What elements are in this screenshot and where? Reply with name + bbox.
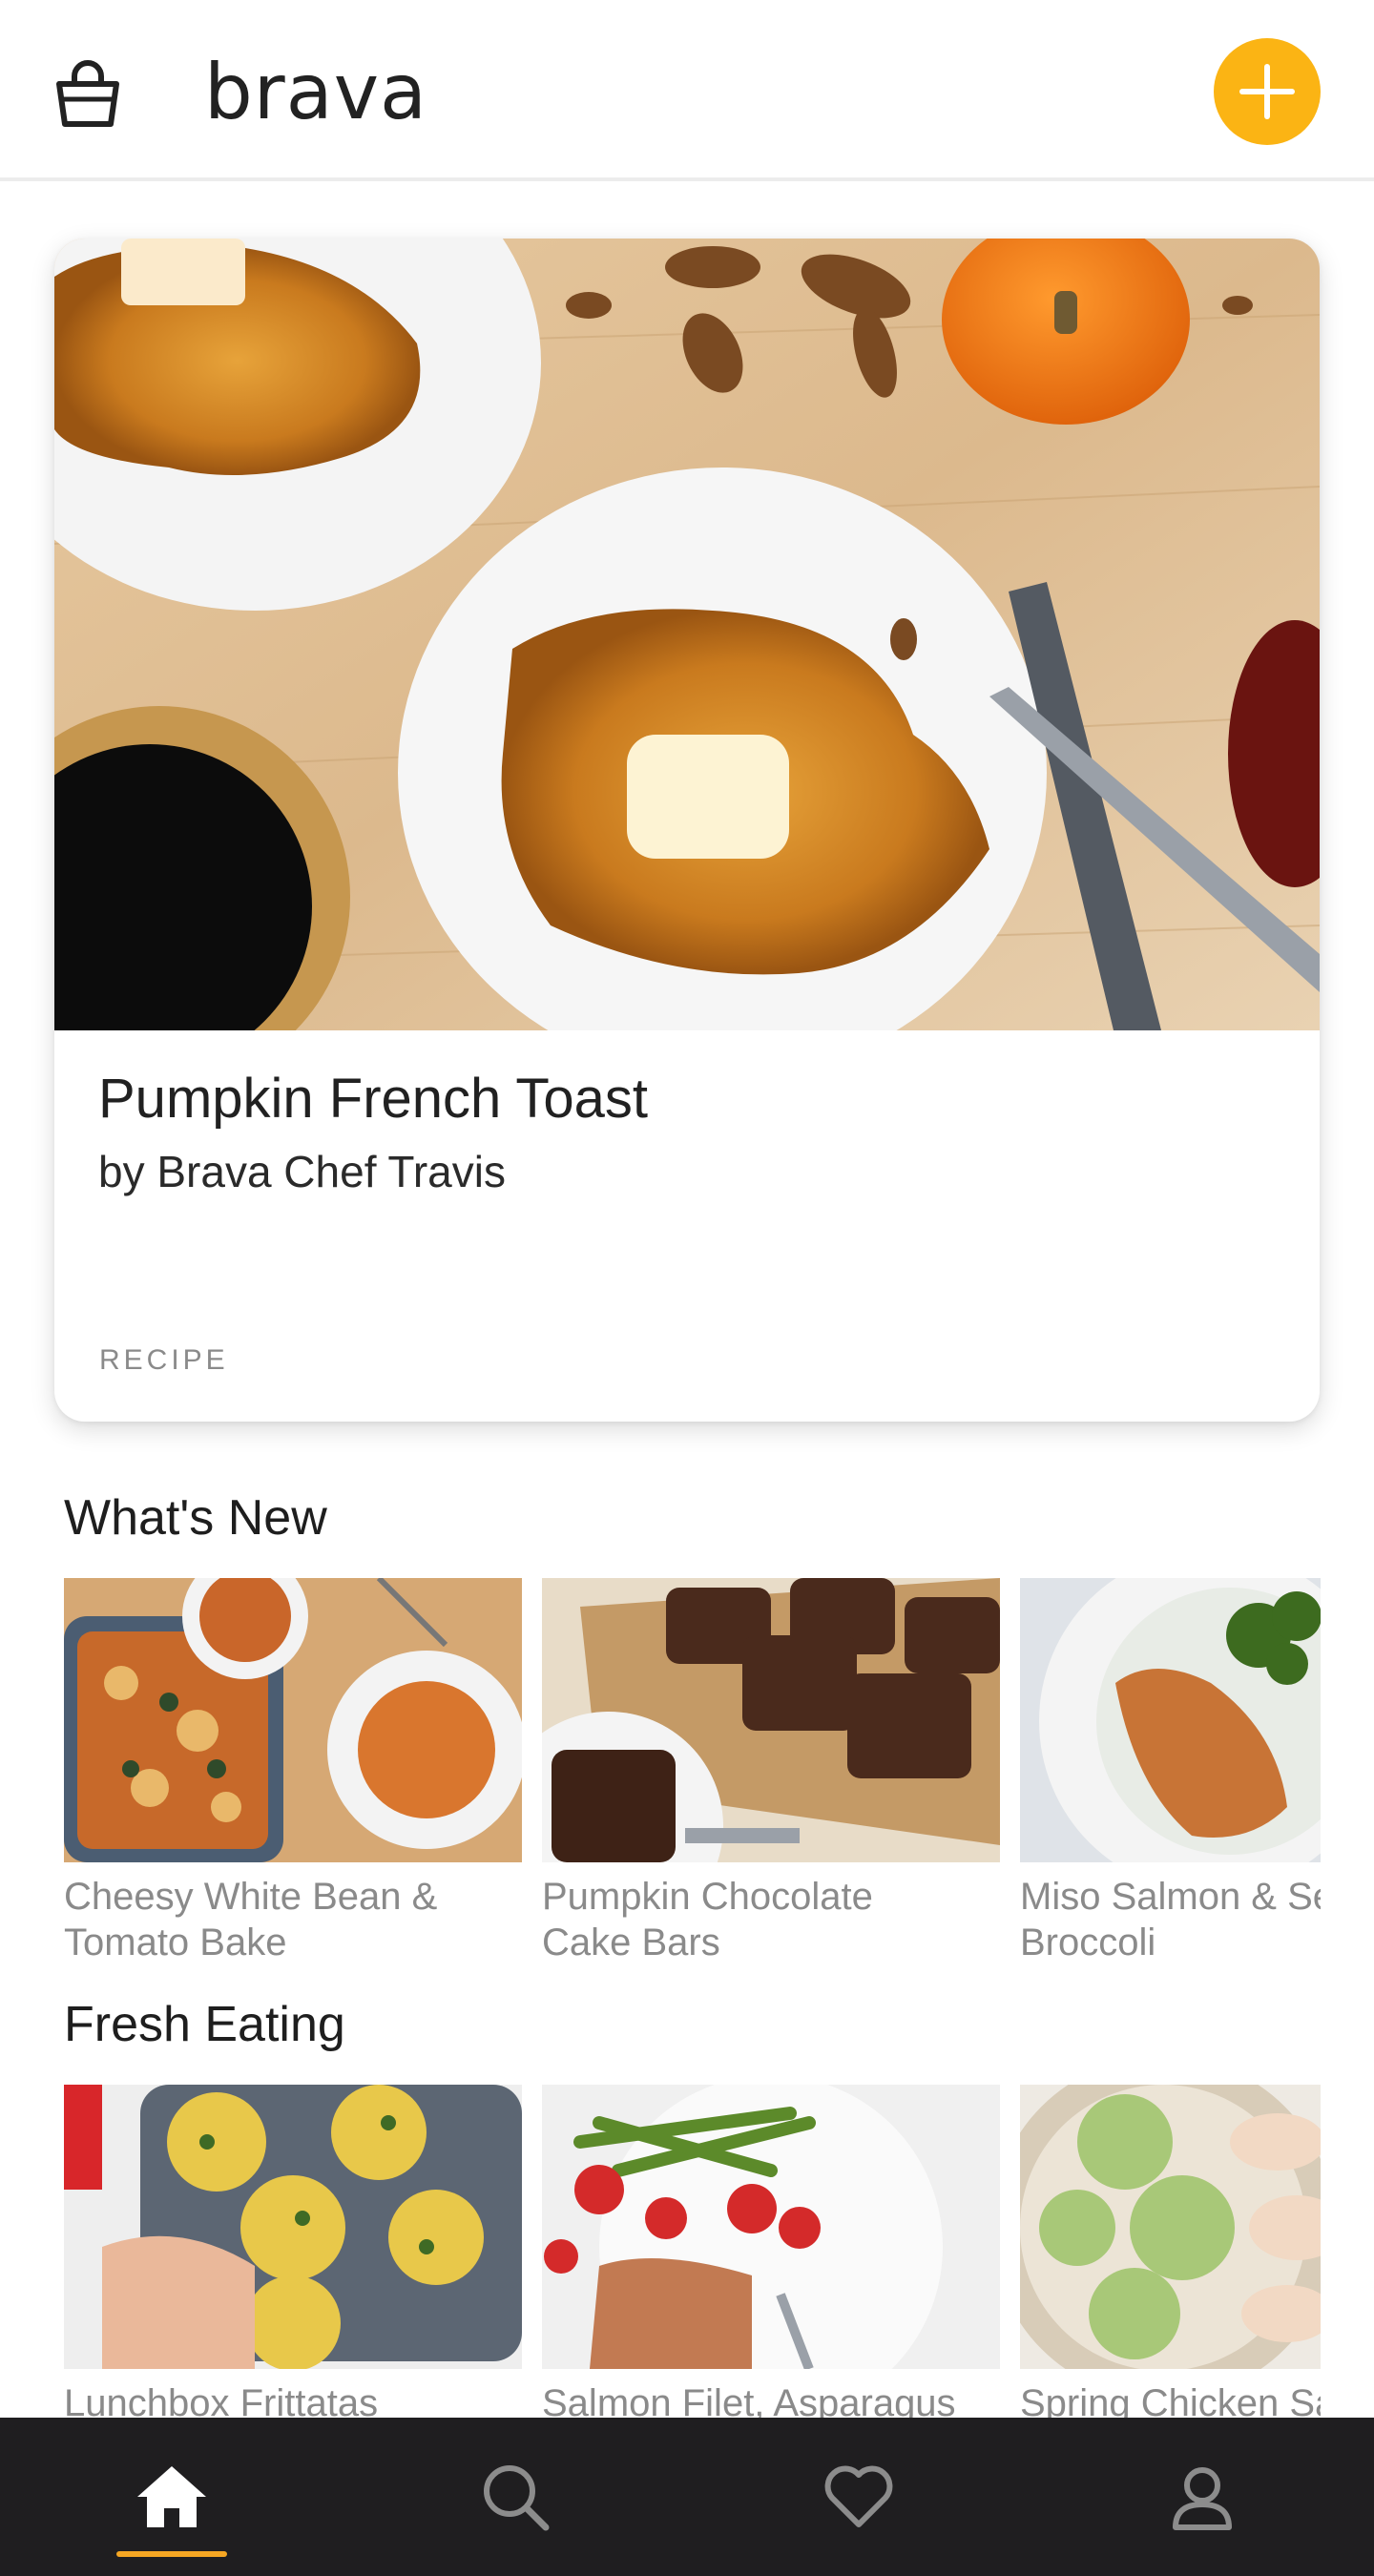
nav-profile[interactable] [1126, 2418, 1279, 2576]
recipe-tile[interactable]: Lunchbox Frittatas [64, 2085, 522, 2418]
recipe-tile[interactable]: Pumpkin Chocolate Cake Bars [542, 1578, 1000, 1965]
brand-logo: brava [204, 48, 428, 136]
featured-recipe-author: by Brava Chef Travis [98, 1147, 506, 1196]
plus-icon [1239, 64, 1295, 119]
search-icon [484, 2465, 550, 2531]
recipe-tile-image [1020, 1578, 1321, 1862]
heart-icon [824, 2465, 893, 2527]
recipe-tile-image [64, 1578, 522, 1862]
recipe-tile[interactable]: Miso Salmon & Se Broccoli [1020, 1578, 1321, 1965]
nav-active-indicator [116, 2551, 227, 2557]
recipe-tile-label: Lunchbox Frittatas [64, 2382, 379, 2418]
recipe-tile-image [542, 1578, 1000, 1862]
recipe-tile-label: Cheesy White Bean & Tomato Bake [64, 1876, 438, 1963]
home-icon [137, 2466, 206, 2527]
recipe-tile-label: Miso Salmon & Se Broccoli [1020, 1876, 1321, 1963]
section-title-whats-new: What's New [64, 1490, 327, 1546]
featured-recipe-title: Pumpkin French Toast [98, 1068, 648, 1130]
whats-new-row[interactable]: Cheesy White Bean & Tomato Bake Pumpkin … [64, 1578, 1321, 1979]
featured-recipe-card[interactable]: Pumpkin French Toast by Brava Chef Travi… [54, 239, 1320, 1422]
add-button[interactable] [1214, 38, 1321, 145]
fresh-eating-row[interactable]: Lunchbox Frittatas Salmon Filet, Asparag… [64, 2085, 1321, 2418]
recipe-tile[interactable]: Spring Chicken Sa [1020, 2085, 1321, 2418]
bottom-navigation [0, 2418, 1374, 2576]
recipe-tile-label: Salmon Filet, Asparagus [542, 2382, 956, 2418]
featured-recipe-tag: RECIPE [99, 1344, 229, 1376]
app-header: brava [0, 0, 1374, 181]
recipe-tile-image [542, 2085, 1000, 2369]
recipe-tile[interactable]: Salmon Filet, Asparagus [542, 2085, 1000, 2418]
profile-icon [1173, 2467, 1232, 2530]
section-title-fresh-eating: Fresh Eating [64, 1997, 345, 2052]
shopping-bag-icon[interactable] [50, 55, 126, 132]
recipe-tile[interactable]: Cheesy White Bean & Tomato Bake [64, 1578, 522, 1965]
recipe-tile-label: Spring Chicken Sa [1020, 2382, 1321, 2418]
nav-search[interactable] [439, 2418, 592, 2576]
recipe-tile-label: Pumpkin Chocolate Cake Bars [542, 1876, 873, 1963]
nav-favorites[interactable] [782, 2418, 935, 2576]
featured-recipe-image [54, 239, 1320, 1030]
recipe-tile-image [1020, 2085, 1321, 2369]
recipe-tile-image [64, 2085, 522, 2369]
